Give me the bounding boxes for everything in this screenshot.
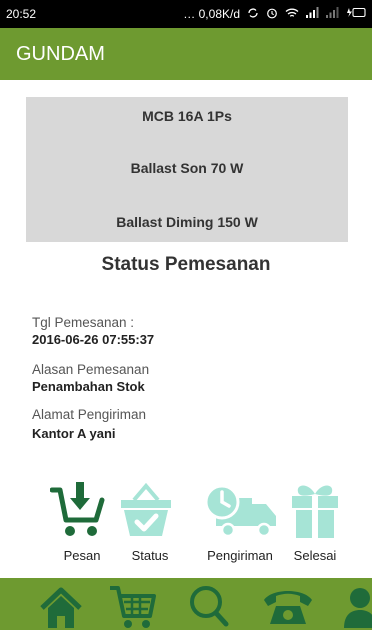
basket-check-icon[interactable]	[118, 480, 174, 540]
shipping-address-label: Alamat Pengiriman	[32, 407, 147, 422]
gift-icon[interactable]	[288, 480, 342, 540]
phone-icon[interactable]	[262, 584, 314, 628]
order-date-value: 2016-06-26 07:55:37	[32, 332, 155, 347]
step-label-selesai: Selesai	[293, 548, 337, 563]
system-status-bar: 20:52 … 0,08K/d	[0, 0, 372, 28]
signal-icon	[326, 7, 339, 21]
alarm-icon	[266, 7, 278, 22]
step-label-pesan: Pesan	[63, 548, 101, 563]
app-title: GUNDAM	[16, 42, 105, 65]
signal-icon	[306, 7, 319, 21]
step-label-pengiriman: Pengiriman	[207, 548, 273, 563]
order-item[interactable]: Ballast Son 70 W	[26, 160, 348, 176]
profile-icon[interactable]	[342, 584, 372, 628]
step-label-status: Status	[131, 548, 169, 563]
status-time: 20:52	[6, 7, 37, 21]
app-toolbar: GUNDAM	[0, 28, 372, 80]
order-item[interactable]: MCB 16A 1Ps	[26, 108, 348, 124]
order-reason-label: Alasan Pemesanan	[32, 362, 150, 377]
order-item[interactable]: Ballast Diming 150 W	[26, 214, 348, 230]
home-icon[interactable]	[38, 584, 84, 628]
order-date-label: Tgl Pemesanan :	[32, 315, 135, 330]
order-reason-value: Penambahan Stok	[32, 379, 145, 394]
status-icons: … 0,08K/d	[183, 7, 366, 22]
order-items-list: MCB 16A 1Ps Ballast Son 70 W Ballast Dim…	[26, 97, 348, 242]
search-icon[interactable]	[186, 584, 230, 628]
cart-download-icon[interactable]	[49, 480, 106, 540]
wifi-icon	[285, 7, 299, 22]
delivery-truck-icon[interactable]	[200, 480, 280, 540]
bottom-navigation	[0, 578, 372, 630]
app-screen: 20:52 … 0,08K/d GUNDAM MCB 16A 1Ps Balla…	[0, 0, 372, 630]
battery-charging-icon	[346, 7, 366, 21]
shipping-address-value: Kantor A yani	[32, 426, 116, 441]
status-heading: Status Pemesanan	[101, 254, 271, 275]
network-speed: … 0,08K/d	[183, 7, 240, 21]
sync-icon	[247, 7, 259, 22]
cart-icon[interactable]	[108, 584, 156, 628]
